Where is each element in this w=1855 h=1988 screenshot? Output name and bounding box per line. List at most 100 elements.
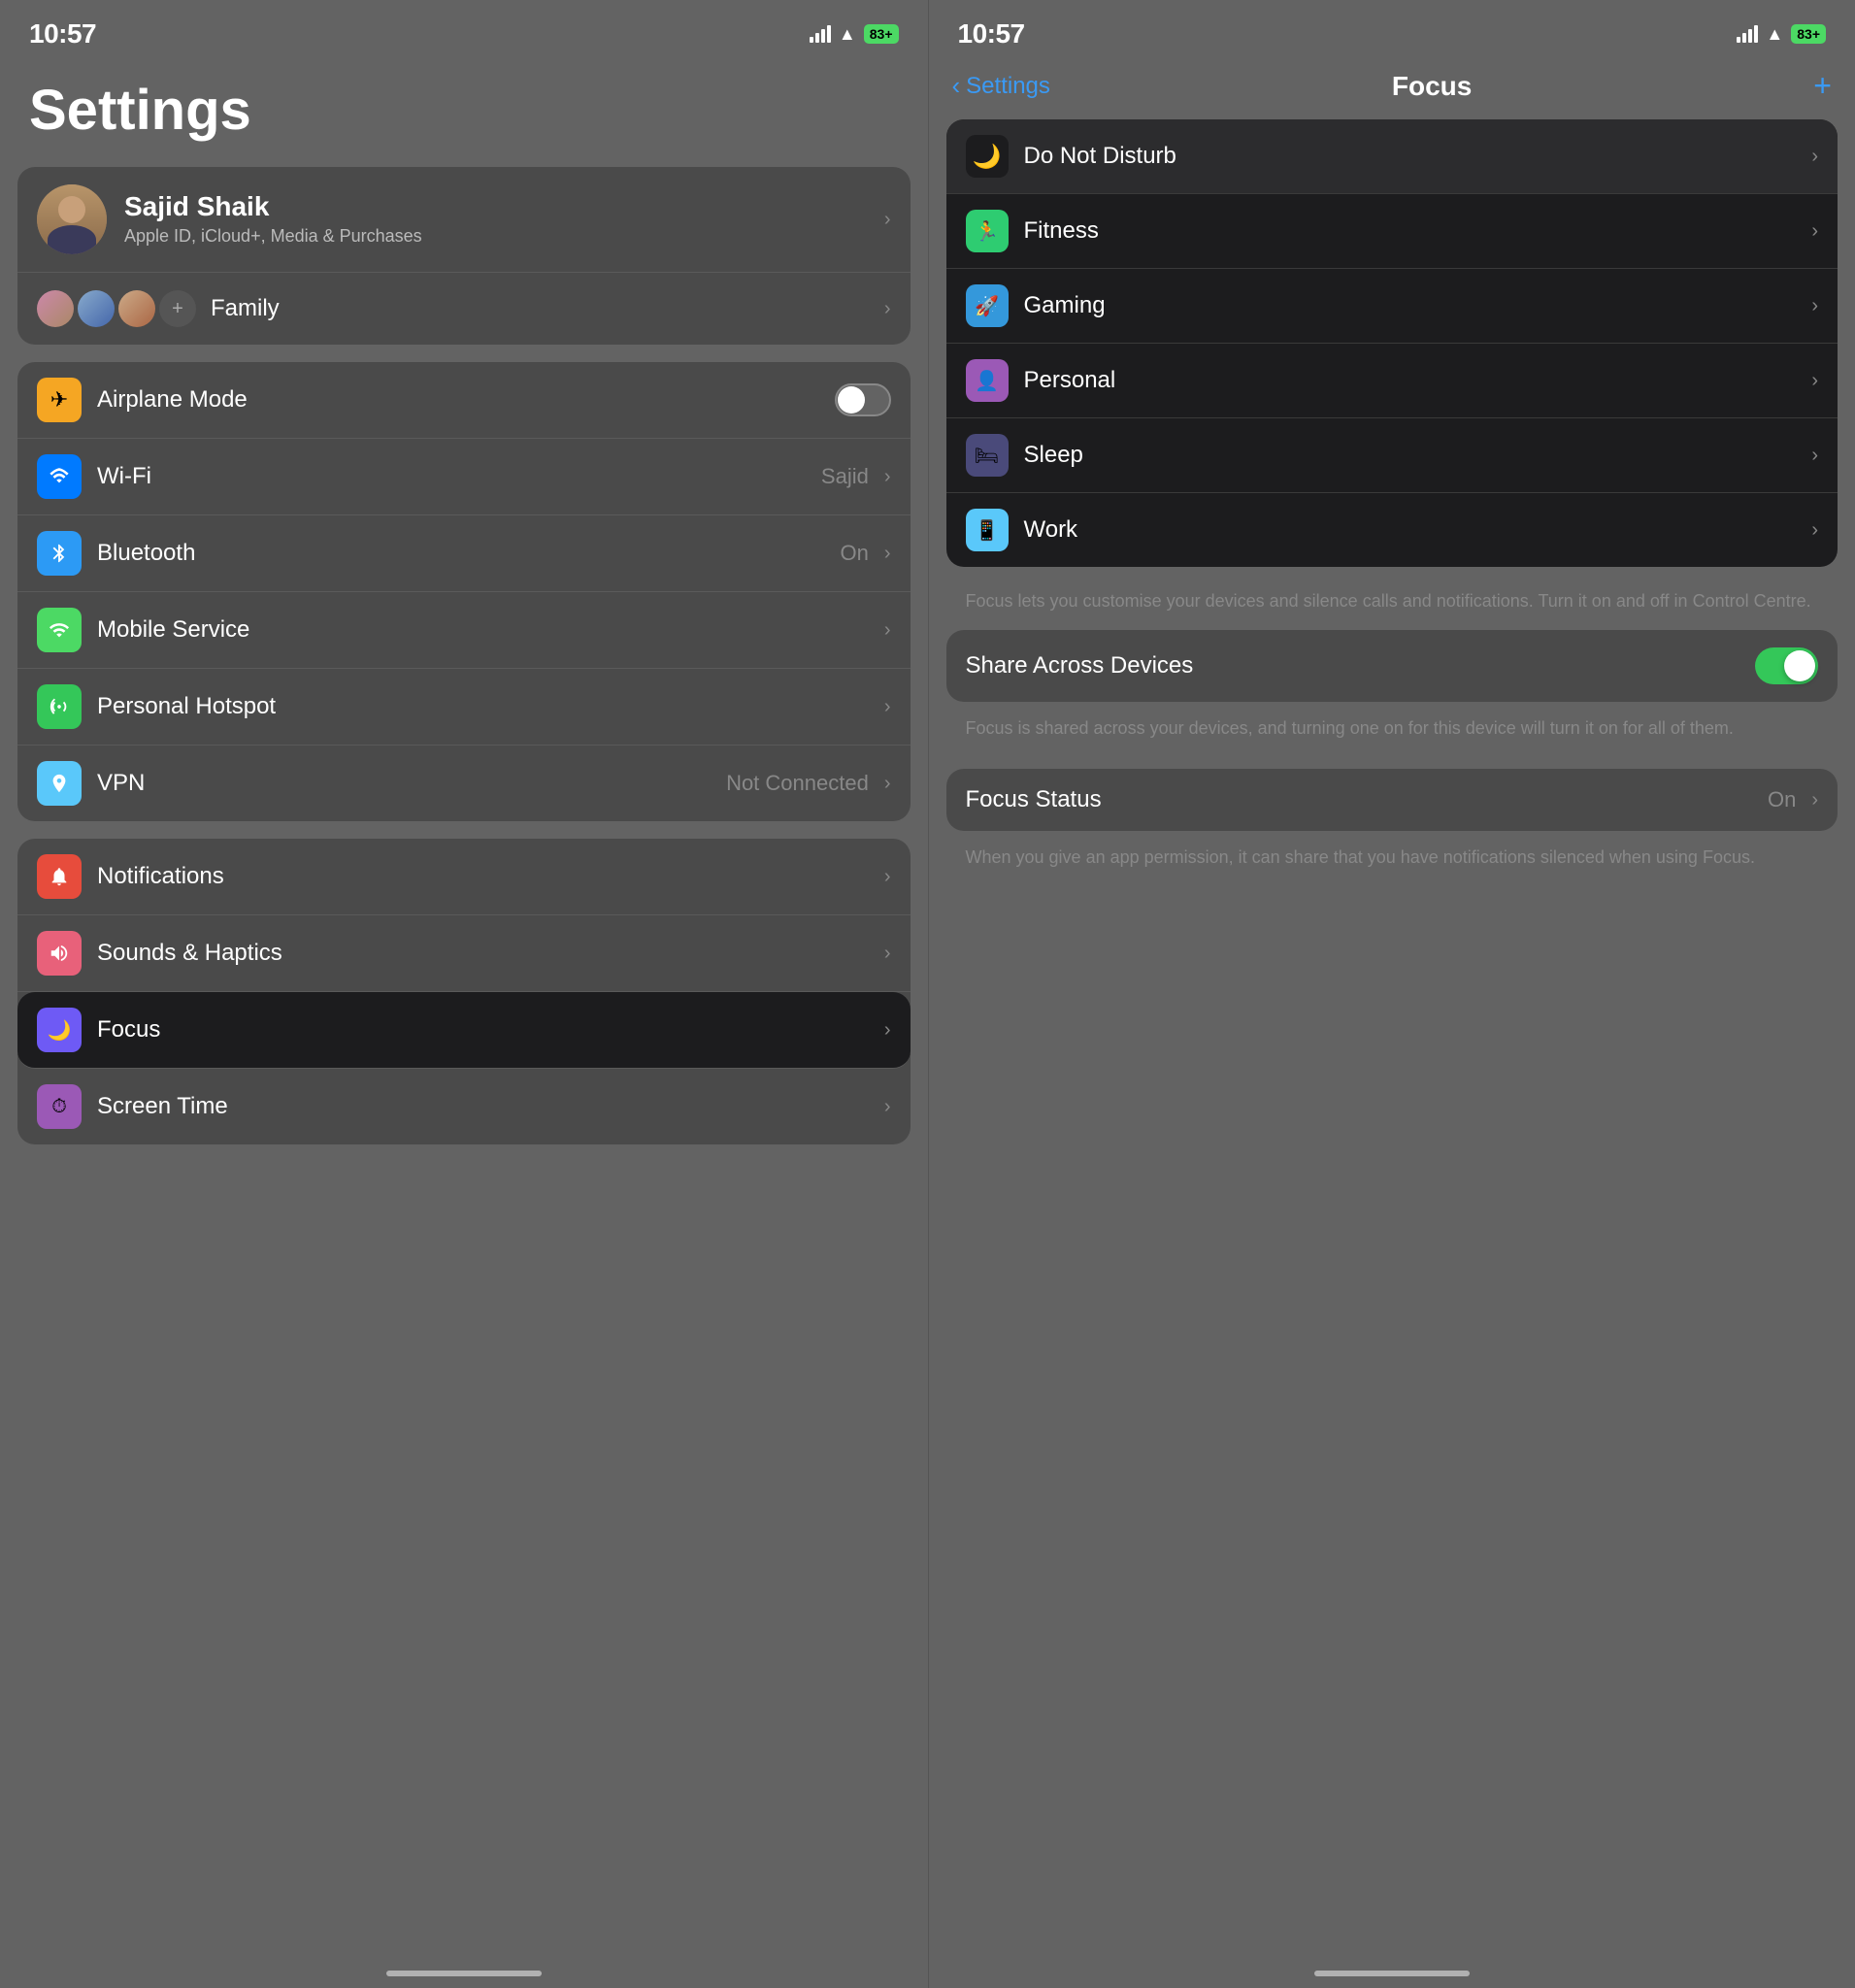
personal-row[interactable]: 👤 Personal › <box>946 344 1838 418</box>
focus-status-row[interactable]: Focus Status On › <box>946 769 1838 831</box>
back-label: Settings <box>966 73 1050 100</box>
share-across-devices-toggle[interactable] <box>1755 647 1818 684</box>
sleep-label: Sleep <box>1024 442 1797 469</box>
focus-status-chevron: › <box>1811 789 1818 812</box>
airplane-mode-icon: ✈ <box>37 378 82 422</box>
status-icons-right: ▲ 83+ <box>1737 24 1826 45</box>
share-across-devices-description: Focus is shared across your devices, and… <box>946 708 1838 755</box>
back-button[interactable]: ‹ Settings <box>952 71 1050 101</box>
focus-row[interactable]: 🌙 Focus › <box>17 992 911 1069</box>
avatar <box>37 184 107 254</box>
family-avatar-1 <box>37 290 74 327</box>
wifi-value: Sajid <box>821 464 869 489</box>
status-bar-left: 10:57 ▲ 83+ <box>0 0 928 58</box>
vpn-icon <box>37 761 82 806</box>
family-chevron: › <box>884 298 891 320</box>
wifi-row[interactable]: Wi-Fi Sajid › <box>17 439 911 515</box>
vpn-label: VPN <box>97 770 711 797</box>
bluetooth-chevron: › <box>884 543 891 565</box>
work-chevron: › <box>1811 519 1818 542</box>
focus-description: Focus lets you customise your devices an… <box>946 579 1838 630</box>
family-avatar-2 <box>78 290 115 327</box>
battery-left: 83+ <box>864 24 899 44</box>
bluetooth-value: On <box>840 541 868 566</box>
nav-title: Focus <box>1392 71 1472 102</box>
profile-subtitle: Apple ID, iCloud+, Media & Purchases <box>124 225 867 248</box>
gaming-chevron: › <box>1811 295 1818 317</box>
left-panel: 10:57 ▲ 83+ Settings Sajid Shaik <box>0 0 928 1988</box>
page-title-left: Settings <box>0 58 928 167</box>
mobile-service-icon <box>37 608 82 652</box>
home-indicator-right <box>1314 1971 1470 1976</box>
airplane-toggle[interactable] <box>835 383 891 416</box>
focus-label: Focus <box>97 1016 869 1044</box>
home-indicator-left <box>386 1971 542 1976</box>
focus-icon: 🌙 <box>37 1008 82 1052</box>
focus-status-description: When you give an app permission, it can … <box>946 837 1838 884</box>
sleep-row[interactable]: 🛏 Sleep › <box>946 418 1838 493</box>
family-avatar-plus: + <box>159 290 196 327</box>
notifications-card: Notifications › Sounds & Haptics › 🌙 Foc… <box>17 839 911 1144</box>
focus-chevron: › <box>884 1019 891 1042</box>
mobile-service-row[interactable]: Mobile Service › <box>17 592 911 669</box>
time-left: 10:57 <box>29 18 96 50</box>
profile-name: Sajid Shaik <box>124 191 867 222</box>
sounds-chevron: › <box>884 943 891 965</box>
chevron-icon: › <box>884 209 891 231</box>
wifi-icon-right: ▲ <box>1766 24 1783 45</box>
gaming-label: Gaming <box>1024 292 1797 319</box>
share-across-devices-card: Share Across Devices <box>946 630 1838 702</box>
sounds-row[interactable]: Sounds & Haptics › <box>17 915 911 992</box>
status-icons-left: ▲ 83+ <box>810 24 899 45</box>
vpn-row[interactable]: VPN Not Connected › <box>17 746 911 821</box>
family-avatar-3 <box>118 290 155 327</box>
personal-hotspot-chevron: › <box>884 696 891 718</box>
fitness-chevron: › <box>1811 220 1818 243</box>
share-across-devices-label: Share Across Devices <box>966 652 1740 679</box>
notifications-row[interactable]: Notifications › <box>17 839 911 915</box>
sounds-icon <box>37 931 82 976</box>
work-icon: 📱 <box>966 509 1009 551</box>
airplane-mode-row[interactable]: ✈ Airplane Mode <box>17 362 911 439</box>
fitness-label: Fitness <box>1024 217 1797 245</box>
profile-card: Sajid Shaik Apple ID, iCloud+, Media & P… <box>17 167 911 345</box>
airplane-mode-label: Airplane Mode <box>97 386 819 414</box>
gaming-row[interactable]: 🚀 Gaming › <box>946 269 1838 344</box>
share-across-devices-row: Share Across Devices <box>946 630 1838 702</box>
back-chevron-icon: ‹ <box>952 71 961 101</box>
vpn-value: Not Connected <box>726 771 869 796</box>
personal-label: Personal <box>1024 367 1797 394</box>
vpn-chevron: › <box>884 773 891 795</box>
dnd-chevron: › <box>1811 146 1818 168</box>
profile-row[interactable]: Sajid Shaik Apple ID, iCloud+, Media & P… <box>17 167 911 273</box>
time-right: 10:57 <box>958 18 1025 50</box>
dnd-icon: 🌙 <box>966 135 1009 178</box>
bluetooth-row[interactable]: Bluetooth On › <box>17 515 911 592</box>
family-row[interactable]: + Family › <box>17 273 911 345</box>
family-label: Family <box>211 295 870 322</box>
sleep-icon: 🛏 <box>966 434 1009 477</box>
screen-time-icon: ⏱ <box>37 1084 82 1129</box>
work-row[interactable]: 📱 Work › <box>946 493 1838 567</box>
wifi-chevron: › <box>884 466 891 488</box>
dnd-row[interactable]: 🌙 Do Not Disturb › <box>946 119 1838 194</box>
focus-status-label: Focus Status <box>966 786 1752 813</box>
personal-hotspot-label: Personal Hotspot <box>97 693 869 720</box>
mobile-service-chevron: › <box>884 619 891 642</box>
work-label: Work <box>1024 516 1797 544</box>
screen-time-label: Screen Time <box>97 1093 869 1120</box>
wifi-icon: ▲ <box>839 24 856 45</box>
screen-time-row[interactable]: ⏱ Screen Time › <box>17 1069 911 1144</box>
wifi-label: Wi-Fi <box>97 463 806 490</box>
focus-status-card: Focus Status On › <box>946 769 1838 831</box>
status-bar-right: 10:57 ▲ 83+ <box>929 0 1855 58</box>
fitness-row[interactable]: 🏃 Fitness › <box>946 194 1838 269</box>
add-button[interactable]: + <box>1813 68 1832 104</box>
personal-hotspot-row[interactable]: Personal Hotspot › <box>17 669 911 746</box>
connectivity-card: ✈ Airplane Mode Wi-Fi Sajid › Bluetooth … <box>17 362 911 821</box>
wifi-row-icon <box>37 454 82 499</box>
dnd-label: Do Not Disturb <box>1024 143 1797 170</box>
sleep-chevron: › <box>1811 445 1818 467</box>
notifications-label: Notifications <box>97 863 869 890</box>
bluetooth-icon <box>37 531 82 576</box>
